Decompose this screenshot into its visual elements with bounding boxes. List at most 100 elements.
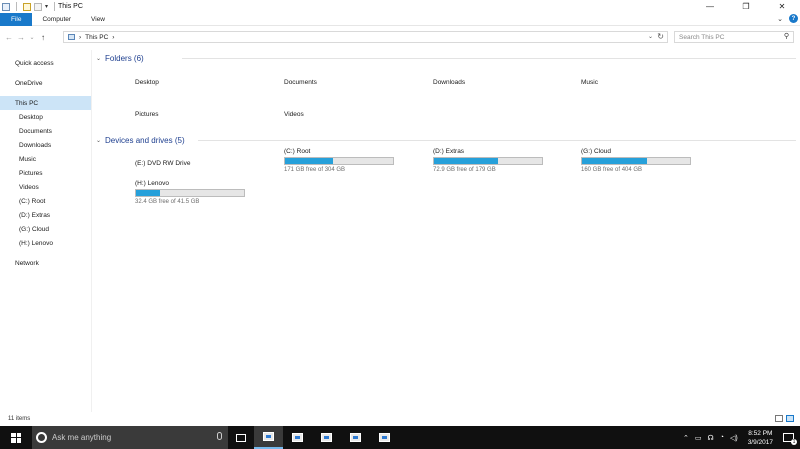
collapse-chevron-icon[interactable]: ⌄ xyxy=(96,55,101,62)
file-explorer-window: ▾ This PC — ❐ ✕ File Computer View ⌄ ? ←… xyxy=(0,0,800,426)
volume-icon[interactable]: ◁) xyxy=(730,434,738,442)
drives-grid: (E:) DVD RW Drive (C:) Root 171 GB free … xyxy=(94,148,800,228)
details-view-icon[interactable] xyxy=(775,415,783,422)
help-icon[interactable]: ? xyxy=(789,14,798,23)
nav-item-drive-h[interactable]: (H:) Lenovo xyxy=(0,236,91,250)
breadcrumb-separator[interactable]: › xyxy=(112,34,114,41)
drive-d[interactable]: (D:) Extras 72.9 GB free of 179 GB xyxy=(433,148,545,173)
network-icon[interactable]: ☊ xyxy=(708,434,714,442)
devices-group-header[interactable]: ⌄ Devices and drives (5) xyxy=(94,132,800,148)
this-pc-icon xyxy=(68,34,75,40)
cortana-icon xyxy=(36,432,47,443)
back-arrow-icon[interactable]: ← xyxy=(3,33,15,42)
navigation-bar: ← → ⌄ ↑ › This PC › ⌄ ↻ Search This PC ⚲ xyxy=(0,29,800,45)
clock-time: 8:52 PM xyxy=(748,429,773,437)
toolbar-divider xyxy=(16,2,17,11)
task-view-button[interactable] xyxy=(228,426,254,449)
item-count: 11 items xyxy=(8,416,31,422)
battery-icon[interactable]: ▭ xyxy=(695,434,702,442)
explorer-app-icon[interactable] xyxy=(2,2,10,11)
close-button[interactable]: ✕ xyxy=(764,0,800,13)
folder-pictures[interactable]: Pictures xyxy=(135,111,158,118)
drive-h[interactable]: (H:) Lenovo 32.4 GB free of 41.5 GB xyxy=(135,180,247,205)
nav-item-onedrive[interactable]: OneDrive xyxy=(0,76,91,90)
folder-videos[interactable]: Videos xyxy=(284,111,304,118)
taskbar-app-explorer[interactable] xyxy=(370,426,399,449)
folder-music[interactable]: Music xyxy=(581,79,598,86)
tab-computer[interactable]: Computer xyxy=(32,13,81,26)
clock-date: 3/9/2017 xyxy=(747,438,773,446)
search-input[interactable]: Search This PC ⚲ xyxy=(674,31,794,43)
folder-desktop[interactable]: Desktop xyxy=(135,79,159,86)
action-center-icon[interactable] xyxy=(783,433,797,445)
taskbar-app-explorer[interactable] xyxy=(312,426,341,449)
address-history-chevron-icon[interactable]: ⌄ xyxy=(648,33,653,40)
nav-item-desktop[interactable]: Desktop xyxy=(0,110,91,124)
clock[interactable]: 8:52 PM 3/9/2017 xyxy=(748,429,773,447)
new-folder-icon[interactable] xyxy=(34,2,42,11)
breadcrumb-this-pc[interactable]: This PC xyxy=(85,34,108,41)
status-bar: 11 items xyxy=(0,413,800,425)
drive-usage-bar xyxy=(433,157,543,165)
tab-view[interactable]: View xyxy=(81,13,115,26)
window-title: This PC xyxy=(58,3,83,10)
nav-item-drive-g[interactable]: (G:) Cloud xyxy=(0,222,91,236)
nav-item-documents[interactable]: Documents xyxy=(0,124,91,138)
taskbar-app-explorer[interactable] xyxy=(341,426,370,449)
drive-name: (G:) Cloud xyxy=(581,148,611,155)
content-area: ⌄ Folders (6) Desktop Documents Download… xyxy=(94,50,800,410)
title-bar: ▾ This PC — ❐ ✕ xyxy=(0,0,800,13)
breadcrumb-separator[interactable]: › xyxy=(79,34,81,41)
minimize-button[interactable]: — xyxy=(692,0,728,13)
folder-downloads[interactable]: Downloads xyxy=(433,79,465,86)
nav-item-quick-access[interactable]: Quick access xyxy=(0,56,91,70)
ribbon-tabs: File Computer View ⌄ ? xyxy=(0,12,800,26)
nav-item-drive-d[interactable]: (D:) Extras xyxy=(0,208,91,222)
nav-item-videos[interactable]: Videos xyxy=(0,180,91,194)
maximize-button[interactable]: ❐ xyxy=(728,0,764,13)
group-divider xyxy=(182,58,796,59)
drive-free-space: 32.4 GB free of 41.5 GB xyxy=(135,199,200,205)
taskbar-app-explorer[interactable] xyxy=(254,426,283,449)
recent-locations-chevron-icon[interactable]: ⌄ xyxy=(27,34,37,41)
customize-toolbar-chevron-icon[interactable]: ▾ xyxy=(45,3,48,10)
devices-group-title: Devices and drives (5) xyxy=(105,135,185,145)
collapse-chevron-icon[interactable]: ⌄ xyxy=(96,137,101,144)
start-button[interactable] xyxy=(0,426,32,449)
taskbar-app-explorer[interactable] xyxy=(283,426,312,449)
expand-ribbon-chevron-icon[interactable]: ⌄ xyxy=(777,15,783,23)
file-explorer-icon xyxy=(379,433,390,442)
properties-icon[interactable] xyxy=(23,2,31,11)
folders-group-header[interactable]: ⌄ Folders (6) xyxy=(94,50,800,66)
file-explorer-icon xyxy=(321,433,332,442)
tab-file[interactable]: File xyxy=(0,12,33,26)
wifi-icon[interactable]: ◔ xyxy=(720,434,724,441)
search-icon[interactable]: ⚲ xyxy=(784,32,789,40)
drive-usage-fill xyxy=(582,158,647,164)
up-arrow-icon[interactable]: ↑ xyxy=(37,33,49,42)
nav-item-music[interactable]: Music xyxy=(0,152,91,166)
taskbar: Ask me anything ⌃ ▭ ☊ ◔ ◁) 8:52 PM 3/9/2… xyxy=(0,426,800,449)
system-tray: ⌃ ▭ ☊ ◔ ◁) 8:52 PM 3/9/2017 xyxy=(683,426,800,449)
drive-g[interactable]: (G:) Cloud 160 GB free of 404 GB xyxy=(581,148,693,173)
nav-item-this-pc[interactable]: This PC xyxy=(0,96,91,110)
drive-dvd[interactable]: (E:) DVD RW Drive xyxy=(135,160,191,167)
show-hidden-icons-chevron-icon[interactable]: ⌃ xyxy=(683,434,689,442)
drive-c[interactable]: (C:) Root 171 GB free of 304 GB xyxy=(284,148,396,173)
nav-item-drive-c[interactable]: (C:) Root xyxy=(0,194,91,208)
cortana-search-box[interactable]: Ask me anything xyxy=(32,426,228,449)
drive-usage-bar xyxy=(135,189,245,197)
drive-usage-fill xyxy=(285,158,333,164)
large-icons-view-icon[interactable] xyxy=(786,415,794,422)
folders-group-title: Folders (6) xyxy=(105,53,144,63)
nav-item-downloads[interactable]: Downloads xyxy=(0,138,91,152)
navigation-pane: Quick access OneDrive This PC Desktop Do… xyxy=(0,50,92,412)
folder-documents[interactable]: Documents xyxy=(284,79,317,86)
nav-item-pictures[interactable]: Pictures xyxy=(0,166,91,180)
address-bar[interactable]: › This PC › ⌄ ↻ xyxy=(63,31,668,43)
nav-item-network[interactable]: Network xyxy=(0,256,91,270)
forward-arrow-icon[interactable]: → xyxy=(15,33,27,42)
microphone-icon[interactable] xyxy=(217,432,222,440)
file-explorer-icon xyxy=(263,432,274,441)
refresh-icon[interactable]: ↻ xyxy=(657,32,664,41)
